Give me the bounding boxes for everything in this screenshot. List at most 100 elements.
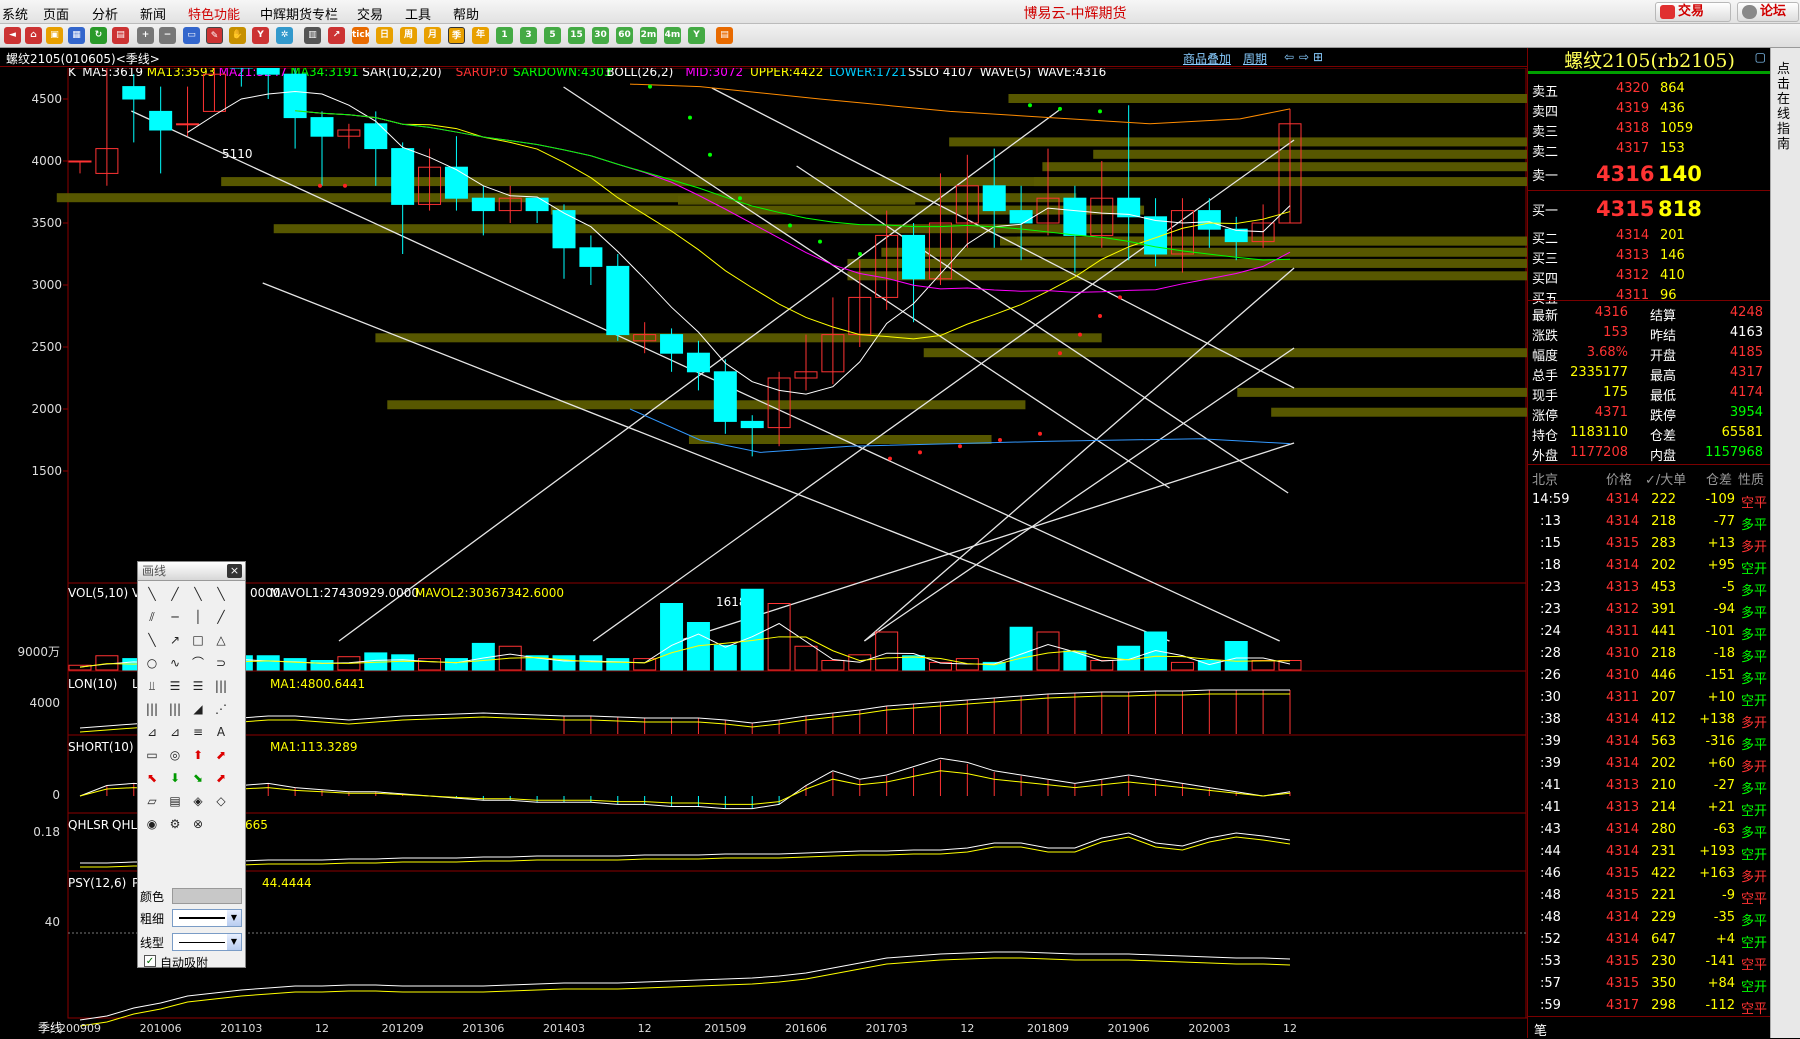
extend-line-icon[interactable]: ╲ [211,584,231,604]
refresh-icon[interactable]: ↻ [90,27,107,44]
triangle-icon[interactable]: △ [211,630,231,650]
pen-icon[interactable]: ✎ [206,27,223,44]
hide-icon[interactable]: ◈ [188,791,208,811]
up-arrow-icon[interactable]: ⬆ [188,745,208,765]
parallel-lines-icon[interactable]: ⫽ [142,607,162,627]
gear-icon[interactable]: ⚙ [165,814,185,834]
line-chart-icon[interactable]: ↗ [328,27,345,44]
arc-icon[interactable]: ⌒ [188,653,208,673]
trade-button[interactable]: 交易 [1655,2,1731,22]
segment-tool-icon[interactable]: ╲ [188,584,208,604]
trend-line-icon[interactable]: ╱ [211,607,231,627]
tick-tab-label[interactable]: 笔 [1534,1020,1547,1039]
period-button[interactable]: 周期 [1243,50,1267,67]
label-icon[interactable]: ▭ [142,745,162,765]
horizontal-line-icon[interactable]: ─ [165,607,185,627]
home-icon[interactable]: ⌂ [25,27,42,44]
up-right-arrow-icon[interactable]: ⬈ [211,745,231,765]
ray-tool-icon[interactable]: ╱ [165,584,185,604]
close-icon[interactable]: × [227,564,242,578]
menu-system[interactable]: 系统 [2,4,28,23]
ruler-icon[interactable]: ▤ [165,791,185,811]
snap-checkbox[interactable]: ✓ [144,955,156,967]
menu-zhonghui-column[interactable]: 中辉期货专栏 [260,4,338,23]
down-right-arrow-icon[interactable]: ⬊ [188,768,208,788]
grid-icon[interactable]: ▦ [68,27,85,44]
period-year[interactable]: 年 [472,27,489,44]
window-icon[interactable]: ▭ [183,27,200,44]
target-icon[interactable]: ◎ [165,745,185,765]
period-1m[interactable]: 1 [496,27,513,44]
diamond-icon[interactable]: ◇ [211,791,231,811]
network-icon[interactable]: ✲ [276,27,293,44]
eye-icon[interactable]: ◉ [142,814,162,834]
menu-tools[interactable]: 工具 [405,4,431,23]
gann-fan-icon[interactable]: ◢ [188,699,208,719]
period-lines-icon[interactable]: ||| [165,699,185,719]
period-4h[interactable]: 4m [664,27,681,44]
retrace-icon[interactable]: ☰ [165,676,185,696]
rectangle-icon[interactable]: □ [188,630,208,650]
back-icon[interactable]: ◄ [4,27,21,44]
down-left-arrow-icon[interactable]: ⬉ [142,768,162,788]
menu-news[interactable]: 新闻 [140,4,166,23]
channel-icon[interactable]: ≡ [188,722,208,742]
period-day[interactable]: 日 [376,27,393,44]
eraser-icon[interactable]: ▱ [142,791,162,811]
period-3m[interactable]: 3 [520,27,537,44]
tick-price: 4315 [1606,866,1640,881]
andrews-pitchfork-icon[interactable]: ⊿ [142,722,162,742]
scroll-right-icon[interactable]: ⇨ [1299,50,1309,64]
fibonacci-icon[interactable]: ⫫ [142,676,162,696]
side-guide-tab[interactable]: 点击在线指南 [1770,48,1800,1038]
period-quarter[interactable]: 季 [448,27,465,44]
scroll-left-icon[interactable]: ⇦ [1284,50,1294,64]
chart-icon[interactable]: ▤ [112,27,129,44]
arrow-up-right-icon[interactable]: ↗ [165,630,185,650]
line-width-select[interactable]: ▼ [172,909,242,927]
vertical-line-icon[interactable]: │ [188,607,208,627]
hand-icon[interactable]: ✋ [229,27,246,44]
regression-icon[interactable]: ⊿ [165,722,185,742]
forum-button[interactable]: 论坛 [1737,2,1799,22]
folder-icon[interactable]: ▣ [46,27,63,44]
period-month[interactable]: 月 [424,27,441,44]
table-icon[interactable]: ▥ [304,27,321,44]
arrow-line-icon[interactable]: ╲ [142,630,162,650]
expand-icon[interactable]: ⊞ [1313,50,1323,64]
period-60m[interactable]: 60 [616,27,633,44]
menu-trade[interactable]: 交易 [357,4,383,23]
popout-icon[interactable]: ▢ [1755,50,1766,64]
period-tick[interactable]: tick [352,27,369,44]
menu-features[interactable]: 特色功能 [188,4,240,23]
layout-icon[interactable]: ▤ [716,27,733,44]
time-zone-icon[interactable]: ||| [211,676,231,696]
period-30m[interactable]: 30 [592,27,609,44]
text-tool-icon[interactable]: A [211,722,231,742]
gann-grid-icon[interactable]: ||| [142,699,162,719]
period-2h[interactable]: 2m [640,27,657,44]
menu-help[interactable]: 帮助 [453,4,479,23]
down-arrow-icon[interactable]: ⬇ [165,768,185,788]
line-tool-icon[interactable]: ╲ [142,584,162,604]
period-15m[interactable]: 15 [568,27,585,44]
wave-icon[interactable]: ∿ [165,653,185,673]
ellipse-icon[interactable]: ○ [142,653,162,673]
scroll-icon[interactable]: ⊗ [188,814,208,834]
cycle-icon[interactable]: ⊃ [211,653,231,673]
speed-lines-icon[interactable]: ⋰ [211,699,231,719]
line-style-select[interactable]: ▼ [172,933,242,951]
zoom-in-icon[interactable]: + [137,27,154,44]
overlay-button[interactable]: 商品叠加 [1183,50,1231,67]
up-arrow2-icon[interactable]: ⬈ [211,768,231,788]
period-5m[interactable]: 5 [544,27,561,44]
period-custom[interactable]: Y [688,27,705,44]
period-week[interactable]: 周 [400,27,417,44]
fan-icon[interactable]: ☰ [188,676,208,696]
menu-page[interactable]: 页面 [43,4,69,23]
menu-analysis[interactable]: 分析 [92,4,118,23]
zoom-out-icon[interactable]: − [159,27,176,44]
filter-icon[interactable]: Y [252,27,269,44]
color-picker[interactable] [172,888,242,904]
drawing-tools-panel[interactable]: 画线 × ╲ ╱ ╲ ╲ ⫽ ─ │ ╱ ╲ ↗ □ △ ○ ∿ ⌒ ⊃ ⫫ ☰ ☰ ||| ||| ||| ◢ ⋰ ⊿ ⊿ ≡ A ▭… [137,561,246,970]
